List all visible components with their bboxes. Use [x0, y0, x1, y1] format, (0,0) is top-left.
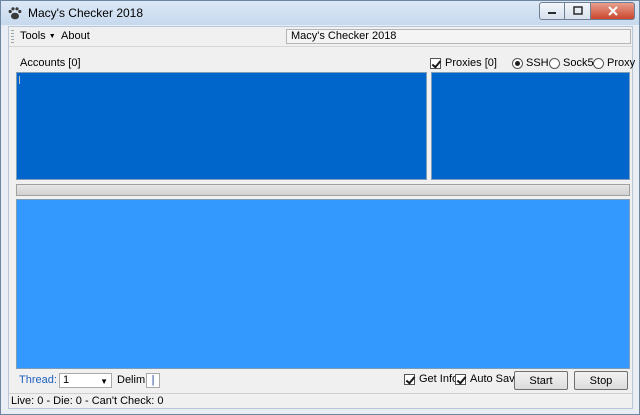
maximize-icon — [572, 6, 583, 15]
radio-ssh[interactable] — [512, 58, 523, 69]
accounts-textarea[interactable] — [16, 72, 427, 180]
window-title: Macy's Checker 2018 — [28, 6, 144, 20]
auto-save-checkbox[interactable] — [455, 374, 466, 385]
paw-icon — [8, 7, 22, 20]
radio-sock5-label: Sock5 — [563, 57, 594, 69]
thread-label: Thread: — [19, 374, 57, 386]
minimize-icon — [548, 12, 556, 14]
app-window: Macy's Checker 2018 Tools ▼ About Macy's … — [0, 0, 640, 415]
maximize-button[interactable] — [565, 2, 591, 20]
get-info-label: Get Info — [419, 373, 459, 385]
dropdown-arrow-icon: ▼ — [100, 377, 108, 386]
menu-title-field[interactable]: Macy's Checker 2018 — [286, 29, 631, 44]
minimize-button[interactable] — [539, 2, 565, 20]
results-textarea[interactable] — [16, 199, 630, 369]
close-icon — [607, 6, 618, 16]
get-info-checkbox[interactable] — [404, 374, 415, 385]
delim-input[interactable]: | — [146, 373, 160, 388]
chevron-down-icon: ▼ — [48, 33, 56, 40]
window-controls — [539, 2, 635, 20]
menu-tools[interactable]: Tools ▼ — [20, 30, 56, 42]
progress-bar — [16, 184, 630, 196]
radio-proxy-label: Proxy — [607, 57, 636, 69]
delim-label: Delim — [117, 374, 146, 386]
radio-ssh-label: SSH — [526, 57, 549, 69]
close-button[interactable] — [591, 2, 635, 20]
stop-button[interactable]: Stop — [574, 371, 628, 390]
client-area: Tools ▼ About Macy's Checker 2018 Account… — [8, 26, 636, 409]
radio-proxy[interactable] — [593, 58, 604, 69]
toolbar-grip[interactable] — [11, 30, 14, 44]
proxies-label: Proxies [0] — [445, 57, 497, 69]
menu-tools-label: Tools — [20, 30, 46, 42]
radio-sock5[interactable] — [549, 58, 560, 69]
status-text: Live: 0 - Die: 0 - Can't Check: 0 — [11, 395, 164, 407]
proxies-textarea[interactable] — [431, 72, 630, 180]
text-caret — [19, 76, 20, 84]
status-bar: Live: 0 - Die: 0 - Can't Check: 0 — [9, 393, 632, 408]
proxies-checkbox[interactable] — [430, 58, 441, 69]
thread-select[interactable]: 1 ▼ — [59, 373, 112, 388]
title-bar[interactable]: Macy's Checker 2018 — [1, 1, 639, 25]
menu-about[interactable]: About — [61, 30, 90, 42]
menu-bar: Tools ▼ About Macy's Checker 2018 — [9, 27, 632, 47]
accounts-label: Accounts [0] — [20, 57, 81, 69]
start-button[interactable]: Start — [514, 371, 568, 390]
thread-value: 1 — [63, 374, 70, 386]
